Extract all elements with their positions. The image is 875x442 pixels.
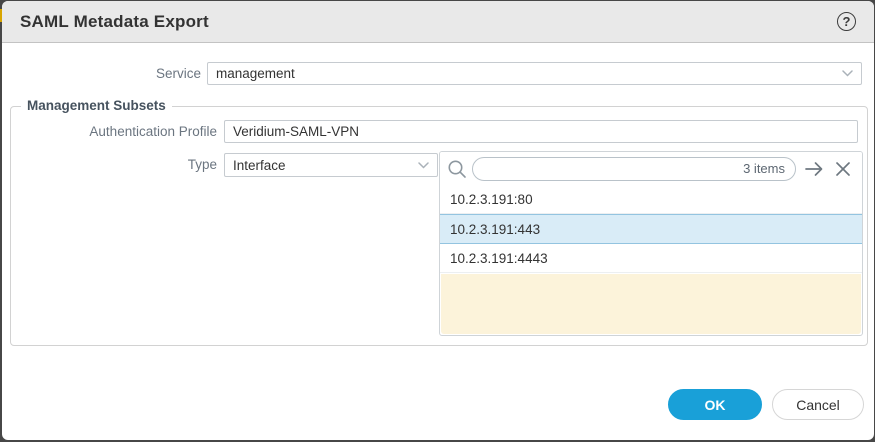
filter-input[interactable]	[483, 161, 743, 176]
dialog-header: SAML Metadata Export ?	[2, 1, 874, 43]
interface-list-toolbar: 3 items	[440, 152, 862, 185]
list-item[interactable]: 10.2.3.191:4443	[440, 244, 862, 273]
type-select[interactable]: Interface	[224, 153, 438, 177]
type-label: Type	[11, 153, 217, 176]
search-icon	[446, 158, 468, 180]
help-icon[interactable]: ?	[837, 12, 856, 31]
interface-list-panel: 3 items 10.2.3.191:80 10.2.3.	[439, 151, 863, 336]
type-select-value: Interface	[233, 155, 418, 176]
ok-button[interactable]: OK	[668, 389, 762, 420]
saml-metadata-export-dialog: SAML Metadata Export ? Service managemen…	[2, 1, 874, 440]
auth-profile-input[interactable]	[224, 120, 858, 143]
list-empty-area	[441, 274, 861, 334]
management-subsets-legend: Management Subsets	[21, 98, 172, 113]
service-select[interactable]: management	[207, 62, 862, 85]
list-item-selected[interactable]: 10.2.3.191:443	[440, 214, 862, 244]
management-subsets-fieldset: Management Subsets Authentication Profil…	[10, 106, 868, 346]
chevron-down-icon	[418, 162, 429, 169]
auth-profile-label: Authentication Profile	[11, 120, 217, 143]
item-count-label: 3 items	[743, 161, 785, 176]
service-select-value: management	[216, 63, 842, 84]
list-item[interactable]: 10.2.3.191:80	[440, 185, 862, 214]
interface-list-rows: 10.2.3.191:80 10.2.3.191:443 10.2.3.191:…	[440, 185, 862, 335]
chevron-down-icon	[842, 70, 853, 77]
cancel-button[interactable]: Cancel	[772, 389, 864, 420]
filter-pill: 3 items	[472, 157, 796, 181]
service-label: Service	[2, 62, 201, 85]
apply-filter-arrow-icon[interactable]	[803, 158, 825, 180]
clear-filter-icon[interactable]	[832, 158, 854, 180]
page-title: SAML Metadata Export	[20, 12, 209, 32]
